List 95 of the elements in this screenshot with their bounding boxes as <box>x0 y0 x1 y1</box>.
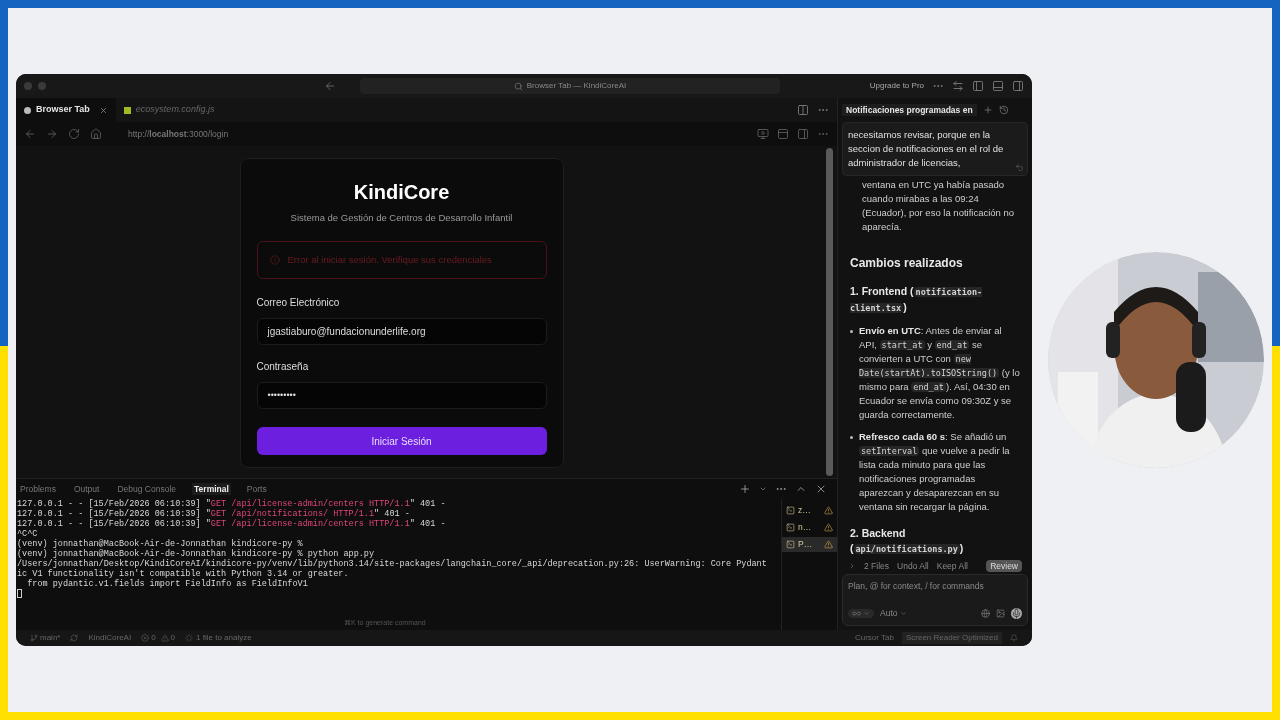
terminal-cursor <box>17 589 22 598</box>
undo-all-button[interactable]: Undo All <box>897 559 929 573</box>
panel-tab[interactable]: Terminal <box>192 482 231 496</box>
terminal-line: (venv) jonnathan@MacBook-Air-de-Jonnathan kindicore-py % python app.py <box>17 549 376 559</box>
bullet-icon <box>850 436 853 439</box>
password-label: Contraseña <box>256 360 310 375</box>
panel-tab[interactable]: Ports <box>244 482 269 496</box>
panel-right-icon[interactable] <box>1012 80 1024 92</box>
chat-heading: Cambios realizados <box>850 255 964 272</box>
branch-indicator[interactable]: main* <box>30 632 61 644</box>
terminal-icon <box>786 506 795 515</box>
chat-input-field[interactable]: Plan, @ for context, / for commands <box>848 580 1022 593</box>
reload-icon[interactable] <box>68 128 80 140</box>
branch-icon <box>30 634 38 642</box>
terminal-list-item[interactable]: P… <box>782 537 837 552</box>
warning-icon <box>824 540 833 549</box>
terminal-line: (venv) jonnathan@MacBook-Air-de-Jonnathan kindicore-py % <box>17 539 304 549</box>
panel-icon[interactable] <box>777 128 789 140</box>
sync-icon[interactable] <box>70 634 79 642</box>
history-icon[interactable] <box>998 105 1009 115</box>
editor-tab[interactable]: ecosystem.config.js <box>115 98 223 122</box>
terminal-line: 127.0.0.1 - - [15/Feb/2026 06:10:39] "GET /api/notifications/ HTTP/1.1" 401 - <box>17 509 411 519</box>
files-count[interactable]: 2 Files <box>864 559 890 573</box>
terminal-line: from pydantic.v1.fields import FieldInfo as FieldInfoV1 <box>26 579 309 589</box>
warning-icon <box>160 634 169 642</box>
terminal-line: ^C^C <box>17 529 39 539</box>
command-search[interactable]: Browser Tab — KindiCoreAI <box>360 78 780 94</box>
chat-bullet-text: Envío en UTC: Antes de enviar al API, start_at y end_at se convierten a UTC con new Date(startAt).toISOString() (y lo mismo para end_at ). Así, 04:30 en Ecuador se envía como 09:30Z y se guarda correctamente. <box>859 324 1020 422</box>
caret-icon[interactable] <box>759 485 767 493</box>
loading-icon <box>185 634 194 642</box>
undo-icon[interactable] <box>1015 163 1024 172</box>
panel-tab[interactable]: Debug Console <box>115 482 179 496</box>
home-icon[interactable] <box>90 128 102 140</box>
chat-subheading: 1. Frontend ( notification-client.tsx ) <box>850 284 984 315</box>
analyze-status[interactable]: 1 file to analyze <box>185 632 252 644</box>
chat-paragraph: ventana en UTC ya había pasado cuando mirabas a las 09:24 (Ecuador), por eso la notificación no aparecía. <box>861 178 1016 234</box>
password-field[interactable]: ••••••••• <box>256 382 547 410</box>
terminal-list-item[interactable]: n… <box>782 520 837 535</box>
project-name[interactable]: KindiCoreAI <box>88 632 132 644</box>
terminal-icon <box>786 540 795 549</box>
close-icon[interactable] <box>815 483 827 495</box>
infinity-icon <box>852 609 861 619</box>
upgrade-button[interactable]: Upgrade to Pro <box>869 80 924 92</box>
screen-icon[interactable] <box>757 128 769 140</box>
bullet-icon <box>850 330 853 333</box>
login-button[interactable]: Iniciar Sesión <box>256 427 547 456</box>
panel-tab[interactable]: Output <box>71 482 102 496</box>
new-chat-icon[interactable] <box>982 105 993 115</box>
app-title: KindiCore <box>352 180 451 205</box>
chat-input[interactable]: Plan, @ for context, / for commands Auto <box>842 574 1028 626</box>
panel-left-icon[interactable] <box>972 80 984 92</box>
expand-icon[interactable] <box>848 562 856 570</box>
terminal-line: 127.0.0.1 - - [15/Feb/2026 06:10:39] "GET /api/license-admin/centers HTTP/1.1" 401 - <box>17 499 447 509</box>
chat-tab[interactable]: Notificaciones programadas en <box>842 103 977 117</box>
chat-bullet-text: Refresco cada 60 s: Se añadió un setInterval que vuelve a pedir la lista cada minuto para que las notificaciones programadas aparezcan y desaparezcan en su ventana sin recargar la página. <box>859 430 1011 514</box>
mode-selector[interactable] <box>848 609 874 619</box>
close-icon[interactable] <box>98 105 108 115</box>
model-selector[interactable]: Auto <box>880 607 907 620</box>
keep-all-button[interactable]: Keep All <box>936 559 968 573</box>
app-subtitle: Sistema de Gestión de Centros de Desarrollo Infantil <box>289 211 514 225</box>
search-icon <box>513 81 523 91</box>
caret-icon <box>899 610 907 618</box>
back-icon[interactable] <box>324 80 336 92</box>
status-item[interactable]: Cursor Tab <box>854 632 894 644</box>
error-message: Error al iniciar sesión. Verifique sus credenciales <box>287 253 492 268</box>
split-editor-icon[interactable] <box>797 104 809 116</box>
warning-icon <box>824 523 833 532</box>
alert-icon <box>269 255 280 266</box>
chat-subheading: 2. Backend ( api/notifications.py ) <box>850 526 965 556</box>
email-field[interactable]: jgastiaburo@fundacionunderlife.org <box>256 318 547 346</box>
user-message-text: necesitamos revisar, porque en la seccion de notificaciones en el rol de administrador de licencias, <box>848 128 1005 170</box>
terminal-line: /Users/jonnathan/Desktop/KindiCoreAI/kindicore-py/venv/lib/python3.14/site-packages/langchain_core/_api/deprecation.py:26: UserWarning: Core Pydant <box>17 559 768 569</box>
email-label: Correo Electrónico <box>256 296 341 311</box>
panel-tab[interactable]: Problems <box>18 482 58 496</box>
image-icon[interactable] <box>996 609 1005 619</box>
terminal-line: 127.0.0.1 - - [15/Feb/2026 06:10:39] "GET /api/license-admin/centers HTTP/1.1" 401 - <box>17 519 447 529</box>
notification-icon[interactable] <box>1010 634 1018 642</box>
editor-tab[interactable]: Browser Tab <box>16 98 116 122</box>
caret-icon <box>863 610 870 618</box>
forward-icon[interactable] <box>46 128 58 140</box>
js-file-icon <box>123 106 131 114</box>
warning-icon <box>824 506 833 515</box>
panel-bottom-icon[interactable] <box>992 80 1004 92</box>
swap-icon[interactable] <box>952 80 964 92</box>
scrollbar[interactable] <box>826 148 833 476</box>
review-button[interactable]: Review <box>986 559 1022 573</box>
error-icon <box>141 634 150 642</box>
url-field[interactable]: http://localhost:3000/login <box>128 127 229 141</box>
terminal-list-item[interactable]: z… <box>782 503 837 518</box>
new-terminal-icon[interactable] <box>739 483 751 495</box>
sidebar-icon[interactable] <box>797 128 809 140</box>
terminal-icon <box>786 523 795 532</box>
microphone-icon[interactable] <box>1011 608 1022 620</box>
terminal-line: ic V1 functionality isn't compatible with Python 3.14 or greater. <box>17 569 350 579</box>
back-icon[interactable] <box>24 128 36 140</box>
